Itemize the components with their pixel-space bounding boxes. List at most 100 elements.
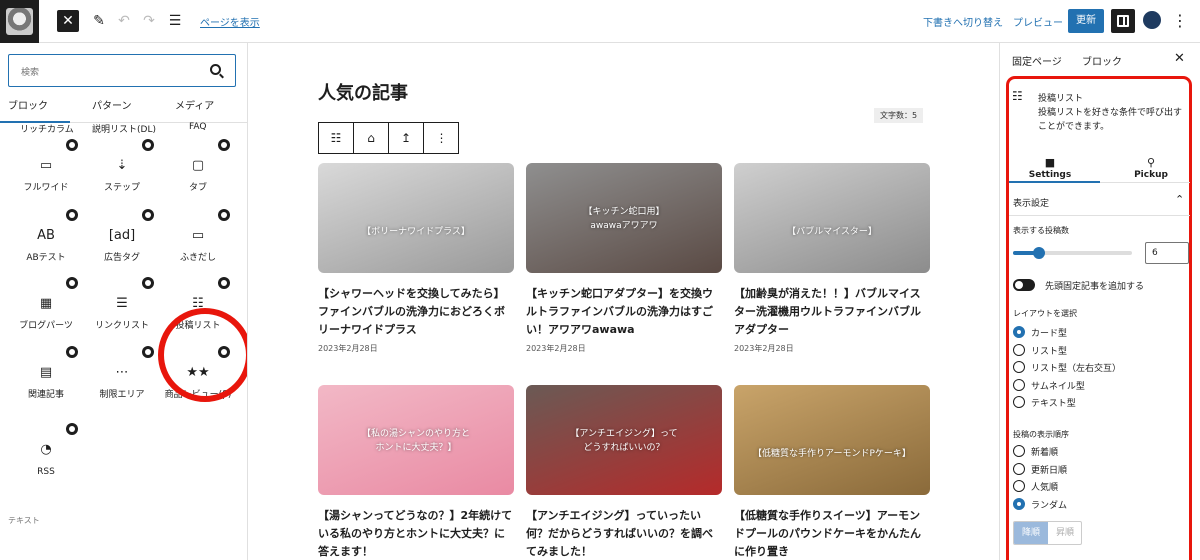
post-thumbnail[interactable]: 【アンチエイジング】って どうすればいいの？	[526, 385, 722, 495]
layout-radio[interactable]	[1013, 326, 1025, 338]
restricted-area-icon: ⋯	[115, 365, 129, 380]
redo-icon[interactable]: ↷	[140, 12, 158, 30]
post-title[interactable]: 【シャワーヘッドを交換してみたら】ファインバブルの洗浄力におどろくボリーナワイド…	[318, 285, 514, 339]
post-card[interactable]: 【私の湯シャンのやり方と ホントに大丈夫？】【湯シャンってどうなの？】2年続けて…	[318, 385, 514, 560]
tab-block[interactable]: ブロック	[1082, 53, 1122, 68]
active-tab-underline	[1009, 181, 1100, 183]
inserter-tabs: ブロック パターン メディア	[0, 99, 247, 123]
block-step[interactable]: ⇣ ステップ	[86, 139, 158, 195]
link-list-icon: ☰	[116, 296, 128, 311]
settings-toggle-button[interactable]	[1111, 9, 1135, 33]
layout-radio-label: リスト型	[1031, 346, 1068, 357]
post-thumbnail[interactable]: 【キッチン蛇口用】 awawaアワアワ	[526, 163, 722, 273]
layout-radio[interactable]	[1013, 378, 1025, 391]
block-tab[interactable]: ▢ タブ	[162, 139, 234, 195]
block-balloon[interactable]: ▭ ふきだし	[162, 209, 234, 265]
order-radio[interactable]	[1013, 462, 1025, 475]
layout-radio[interactable]	[1013, 343, 1025, 356]
swell-badge-icon	[66, 209, 78, 221]
sidebar-icon	[1117, 15, 1129, 27]
block-options-icon[interactable]: ⋮	[424, 123, 459, 153]
chevron-up-icon[interactable]: ⌃	[1175, 193, 1184, 206]
site-logo[interactable]	[0, 0, 39, 43]
block-label: タブ	[188, 183, 207, 193]
post-card[interactable]: 【ボリーナワイドプラス】【シャワーヘッドを交換してみたら】ファインバブルの洗浄力…	[318, 163, 514, 354]
post-card[interactable]: 【キッチン蛇口用】 awawaアワアワ【キッチン蛇口アダプター】を交換ウルトラフ…	[526, 163, 722, 354]
post-card[interactable]: 【バブルマイスター】【加齢臭が消えた！！】バブルマイスター洗濯機用ウルトラファイ…	[734, 163, 930, 354]
display-icon[interactable]: ⌂	[354, 123, 389, 153]
thumbnail-caption: 【アンチエイジング】って どうすればいいの？	[570, 429, 678, 453]
layout-radio[interactable]	[1013, 396, 1025, 408]
undo-icon[interactable]: ↶	[115, 12, 133, 30]
block-label: 関連記事	[27, 390, 64, 400]
sticky-posts-toggle[interactable]	[1013, 279, 1035, 291]
swell-badge-icon	[218, 139, 230, 151]
swell-logo-icon[interactable]	[1143, 11, 1161, 29]
ad-icon: [ad]	[108, 228, 136, 243]
page-heading[interactable]: 人気の記事	[318, 79, 408, 105]
post-title[interactable]: 【加齢臭が消えた！！】バブルマイスター洗濯機用ウルトラファインバブルアダプター	[734, 285, 930, 339]
post-title[interactable]: 【アンチエイジング】っていったい何？だからどうすればいいの？を調べてみました！	[526, 507, 722, 560]
post-count-input[interactable]: 6	[1145, 242, 1189, 264]
sort-asc-button[interactable]: 昇順	[1048, 522, 1081, 544]
switch-to-draft-button[interactable]: 下書きへ切り替え	[923, 14, 1003, 29]
tab-pickup[interactable]: ⚲ Pickup	[1104, 156, 1198, 180]
block-restricted-area[interactable]: ⋯ 制限エリア	[86, 346, 158, 402]
block-label-faq[interactable]: FAQ	[189, 122, 206, 132]
block-label-rich-column[interactable]: リッチカラム	[20, 122, 74, 135]
list-view-icon[interactable]: ☰	[166, 12, 184, 30]
block-link-list[interactable]: ☰ リンクリスト	[86, 277, 158, 333]
close-inserter-button[interactable]: ✕	[57, 10, 79, 32]
block-label: RSS	[37, 467, 55, 477]
thumbnail-caption: 【私の湯シャンのやり方と ホントに大丈夫？】	[361, 429, 470, 453]
block-ad-tag[interactable]: [ad] 広告タグ	[86, 209, 158, 265]
tab-media[interactable]: メディア	[175, 99, 214, 115]
view-page-link[interactable]: ページを表示	[200, 14, 260, 29]
post-thumbnail[interactable]: 【バブルマイスター】	[734, 163, 930, 273]
post-thumbnail[interactable]: 【低糖質な手作りアーモンドPケーキ】	[734, 385, 930, 495]
block-rss[interactable]: ◔ RSS	[10, 423, 82, 479]
close-sidebar-icon[interactable]: ✕	[1174, 51, 1185, 66]
tab-page[interactable]: 固定ページ	[1012, 53, 1062, 68]
move-icon[interactable]: ↥	[389, 123, 424, 153]
block-type-icon[interactable]: ☷	[319, 123, 354, 153]
pen-icon[interactable]: ✎	[90, 12, 108, 30]
order-radio[interactable]	[1013, 497, 1025, 510]
layout-radio[interactable]	[1013, 361, 1025, 373]
block-related-posts[interactable]: ▤ 関連記事	[10, 346, 82, 402]
search-input[interactable]: 検索	[8, 54, 236, 87]
text-category-heading: テキスト	[8, 516, 40, 525]
post-card[interactable]: 【低糖質な手作りアーモンドPケーキ】【低糖質な手作りスイーツ】アーモンドプールの…	[734, 385, 930, 560]
tab-label: Settings	[1028, 170, 1072, 180]
block-blog-parts[interactable]: ▦ ブログパーツ	[10, 277, 82, 333]
post-count-slider[interactable]	[1013, 247, 1132, 259]
layout-radio-label: リスト型（左右交互）	[1031, 364, 1122, 374]
post-card[interactable]: 【アンチエイジング】って どうすればいいの？ 【アンチエイジング】っていったい何？…	[526, 385, 722, 560]
post-title[interactable]: 【湯シャンってどうなの？】2年続けている私のやり方とホントに大丈夫？に答えます！	[318, 507, 514, 560]
sort-desc-button[interactable]: 降順	[1014, 522, 1048, 544]
display-settings-heading[interactable]: 表示設定	[1013, 196, 1049, 209]
more-options-icon[interactable]: ⋮	[1172, 11, 1188, 31]
post-title[interactable]: 【低糖質な手作りスイーツ】アーモンドプールのパウンドケーキをかんたんに作り置き	[734, 507, 930, 560]
tab-blocks[interactable]: ブロック	[0, 99, 70, 123]
preview-button[interactable]: プレビュー	[1013, 14, 1063, 29]
block-label-dl-list[interactable]: 説明リスト(DL)	[92, 122, 156, 135]
order-radio-label: 更新日順	[1031, 465, 1068, 476]
post-date: 2023年2月28日	[318, 344, 378, 353]
update-button[interactable]: 更新	[1068, 9, 1104, 33]
block-fullwide[interactable]: ▭ フルワイド	[10, 139, 82, 195]
ab-icon: AB	[37, 228, 55, 243]
tab-patterns[interactable]: パターン	[92, 99, 132, 115]
post-thumbnail[interactable]: 【ボリーナワイドプラス】	[318, 163, 514, 273]
rss-icon: ◔	[40, 442, 52, 457]
tab-settings[interactable]: ■ Settings	[1003, 156, 1097, 180]
post-title[interactable]: 【キッチン蛇口アダプター】を交換ウルトラファインバブルの洗浄力はすごい！アワアワ…	[526, 285, 722, 339]
swell-badge-icon	[66, 346, 78, 358]
settings-icon: ■	[1044, 156, 1056, 169]
order-radio[interactable]	[1013, 445, 1025, 457]
post-thumbnail[interactable]: 【私の湯シャンのやり方と ホントに大丈夫？】	[318, 385, 514, 495]
search-placeholder: 検索	[21, 68, 40, 78]
block-ab-test[interactable]: AB ABテスト	[10, 209, 82, 265]
order-radio[interactable]	[1013, 480, 1025, 492]
fullwide-icon: ▭	[39, 158, 53, 173]
